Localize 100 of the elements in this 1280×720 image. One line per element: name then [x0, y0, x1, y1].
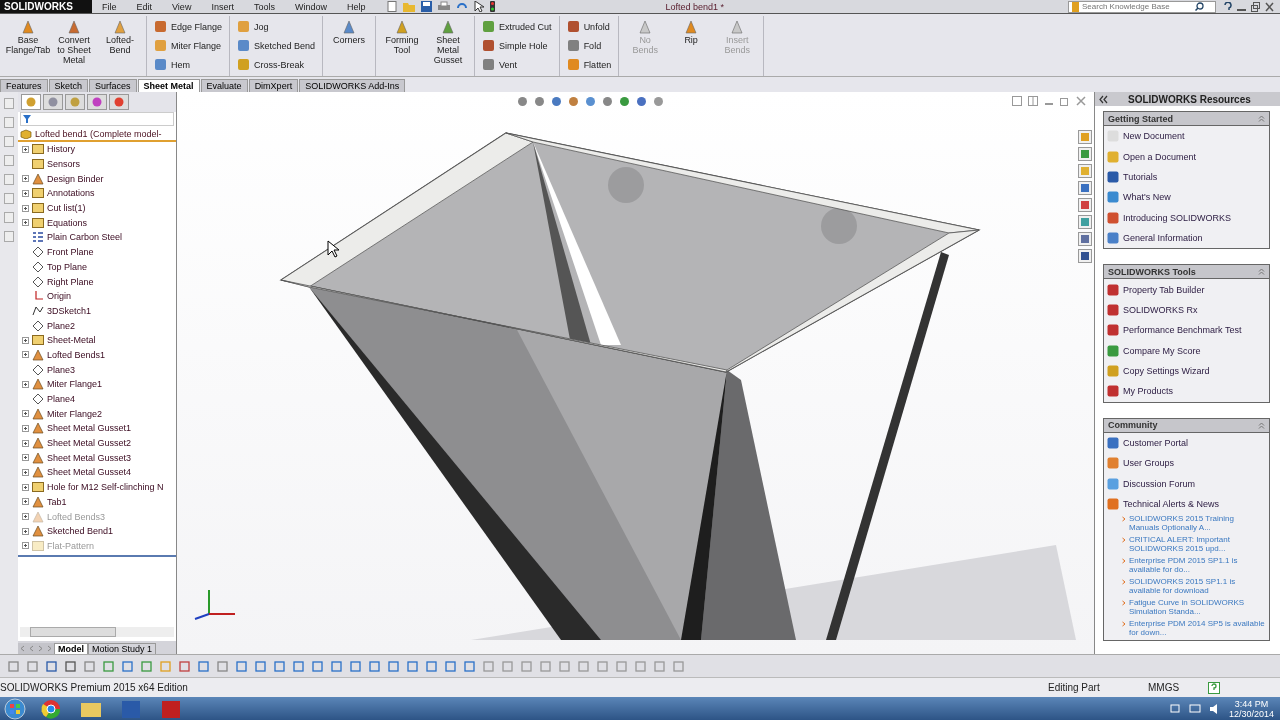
toolbar-tool-icon[interactable] [350, 660, 361, 672]
expand-icon[interactable] [22, 380, 29, 388]
tree-item[interactable]: Sheet-Metal [47, 335, 96, 346]
tree-item[interactable]: Sensors [47, 159, 81, 170]
toolbar-tool-icon[interactable] [445, 660, 456, 672]
restore-icon[interactable] [1251, 1, 1260, 12]
resource-link[interactable]: What's New [1123, 192, 1171, 203]
toolbar-tool-icon[interactable] [293, 660, 304, 672]
expand-icon[interactable] [22, 542, 29, 550]
panel-tab[interactable] [43, 94, 63, 110]
traffic-light-icon[interactable] [490, 1, 496, 12]
tool-button[interactable]: Miter Flange [150, 37, 227, 54]
tool-button[interactable]: Cross-Break [233, 56, 320, 73]
close-icon[interactable] [1265, 1, 1274, 12]
printer-icon[interactable] [438, 1, 451, 12]
ribbon-tab[interactable]: Surfaces [89, 79, 137, 92]
view-tool-icon[interactable] [653, 96, 664, 107]
help-icon[interactable] [1208, 681, 1220, 694]
tree-item[interactable]: Origin [47, 291, 71, 302]
expand-icon[interactable] [22, 439, 29, 447]
tree-item[interactable]: Hole for M12 Self-clinching N [47, 482, 164, 493]
tree-item[interactable]: Equations [47, 217, 88, 228]
expand-icon[interactable] [22, 145, 29, 153]
tree-item[interactable]: Cut list(1) [47, 203, 86, 214]
menu-item[interactable]: File [92, 1, 127, 12]
ribbon-tab[interactable]: SOLIDWORKS Add-Ins [299, 79, 406, 92]
task-pane-icon[interactable] [1078, 147, 1092, 161]
panel-tab[interactable] [21, 94, 41, 110]
task-pane-icon[interactable] [1078, 181, 1092, 195]
ribbon-tab[interactable]: Evaluate [200, 79, 248, 92]
viewport-split-icon[interactable] [1028, 96, 1038, 106]
view-tool-icon[interactable] [619, 96, 630, 107]
tool-button[interactable]: Sketched Bend [233, 37, 320, 54]
toolbar-tool-icon[interactable] [236, 660, 247, 672]
view-tool-icon[interactable] [602, 96, 613, 107]
task-pane-icon[interactable] [1078, 249, 1092, 263]
toolbar-tool-icon[interactable] [122, 660, 133, 672]
restore-icon[interactable] [1060, 96, 1070, 106]
tool-button[interactable]: Convert to Sheet Metal [51, 16, 97, 76]
toolbar-tool-icon[interactable] [426, 660, 437, 672]
tool-button[interactable]: Lofted-Bend [97, 16, 143, 76]
help-icon[interactable] [1224, 1, 1232, 12]
tree-item[interactable]: Sheet Metal Gusset1 [47, 423, 132, 434]
scrollbar[interactable] [20, 627, 174, 637]
toolbar-tool-icon[interactable] [46, 660, 57, 672]
expand-icon[interactable] [22, 204, 29, 212]
sketch-tool-icon[interactable] [4, 117, 14, 128]
toolbar-tool-icon[interactable] [502, 660, 513, 672]
tool-button[interactable]: Rip [668, 16, 715, 76]
expand-icon[interactable] [22, 336, 29, 344]
resource-link[interactable]: Discussion Forum [1123, 478, 1196, 489]
close-icon[interactable] [1076, 96, 1086, 106]
ribbon-tab[interactable]: DimXpert [248, 79, 299, 92]
tree-item[interactable]: Lofted Bends1 [47, 349, 106, 360]
clock-time[interactable]: 3:44 PM [1228, 698, 1274, 709]
task-pane-icon[interactable] [1078, 198, 1092, 212]
news-link[interactable]: Enterprise PDM 2015 SP1.1 is available for do... [1129, 556, 1265, 575]
expand-icon[interactable] [22, 175, 29, 183]
view-tool-icon[interactable] [534, 96, 545, 107]
expand-icon[interactable] [22, 468, 29, 476]
ribbon-tab[interactable]: Features [0, 79, 48, 92]
toolbar-tool-icon[interactable] [407, 660, 418, 672]
tool-button[interactable]: Jog [233, 18, 320, 35]
menu-item[interactable]: Help [336, 1, 376, 12]
tree-item[interactable]: Sheet Metal Gusset2 [47, 438, 132, 449]
collapse-icon[interactable] [1099, 94, 1108, 104]
toolbar-tool-icon[interactable] [635, 660, 646, 672]
expand-icon[interactable] [22, 189, 29, 197]
toolbar-tool-icon[interactable] [464, 660, 475, 672]
news-link[interactable]: Fatigue Curve in SOLIDWORKS Simulation Standa... [1129, 598, 1265, 617]
resource-link[interactable]: Compare My Score [1123, 345, 1201, 356]
panel-tab[interactable] [65, 94, 85, 110]
tool-button[interactable]: Vent [478, 56, 556, 73]
sketch-tool-icon[interactable] [4, 98, 14, 109]
toolbar-tool-icon[interactable] [65, 660, 76, 672]
start-orb-icon[interactable] [4, 697, 26, 720]
tree-item[interactable]: Sketched Bend1 [47, 526, 114, 537]
tree-item[interactable]: 3DSketch1 [47, 305, 92, 316]
tree-item[interactable]: Tab1 [47, 496, 67, 507]
tree-item[interactable]: Top Plane [47, 261, 88, 272]
tool-button[interactable]: Base Flange/Tab [5, 16, 51, 76]
tool-button[interactable]: Sheet Metal Gusset [425, 16, 472, 76]
network-icon[interactable] [1168, 702, 1181, 715]
monitor-icon[interactable] [1188, 702, 1201, 715]
resource-link[interactable]: New Document [1123, 131, 1185, 142]
filter-field[interactable] [20, 112, 174, 126]
toolbar-tool-icon[interactable] [255, 660, 266, 672]
sketch-tool-icon[interactable] [4, 193, 14, 204]
sketch-tool-icon[interactable] [4, 155, 14, 166]
view-tool-icon[interactable] [568, 96, 579, 107]
tree-item[interactable]: Annotations [47, 188, 95, 199]
tree-item[interactable]: Sheet Metal Gusset4 [47, 467, 132, 478]
toolbar-tool-icon[interactable] [312, 660, 323, 672]
sketch-tool-icon[interactable] [4, 231, 14, 242]
expand-icon[interactable] [22, 454, 29, 462]
toolbar-tool-icon[interactable] [141, 660, 152, 672]
tree-item[interactable]: Miter Flange1 [47, 379, 103, 390]
tool-button[interactable]: Flatten [562, 56, 616, 73]
tree-item[interactable]: History [47, 144, 75, 155]
tree-item[interactable]: Plane3 [47, 364, 76, 375]
